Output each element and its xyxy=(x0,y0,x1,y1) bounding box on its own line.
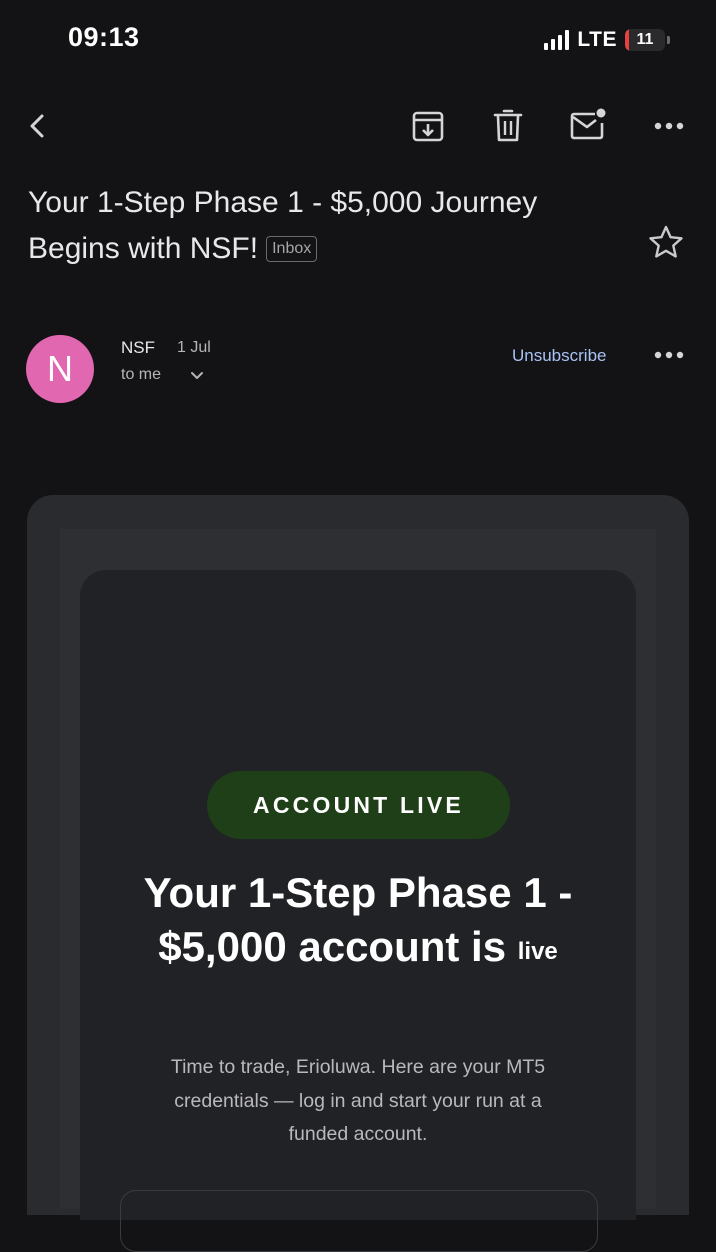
chevron-down-icon xyxy=(191,372,203,379)
more-vert-icon xyxy=(654,122,684,130)
sender-avatar[interactable]: N xyxy=(26,335,94,403)
unsubscribe-link[interactable]: Unsubscribe xyxy=(512,346,607,366)
delete-button[interactable] xyxy=(484,102,532,150)
network-type: LTE xyxy=(577,28,617,51)
email-message: Time to trade, Erioluwa. Here are your M… xyxy=(170,1056,546,1145)
mark-unread-button[interactable] xyxy=(564,100,612,148)
email-date: 1 Jul xyxy=(177,339,211,356)
trash-icon xyxy=(493,109,523,142)
status-time: 09:13 xyxy=(68,22,140,52)
message-more-options-button[interactable] xyxy=(645,331,693,379)
email-headline: Your 1-Step Phase 1 - $5,000 account is … xyxy=(90,866,626,979)
recipient-details-toggle[interactable] xyxy=(188,366,206,389)
email-subject: Your 1-Step Phase 1 - $5,000 Journey Beg… xyxy=(28,180,618,272)
star-icon xyxy=(649,225,683,258)
inbox-label-badge[interactable]: Inbox xyxy=(266,236,318,262)
recipient-summary[interactable]: to me xyxy=(121,366,161,384)
signal-icon xyxy=(544,30,570,50)
battery-level: 11 xyxy=(636,31,654,48)
back-arrow-icon xyxy=(30,114,44,138)
back-button[interactable] xyxy=(14,102,62,150)
sender-name[interactable]: NSF xyxy=(121,338,155,358)
battery-cap xyxy=(667,36,670,44)
battery-fill xyxy=(625,29,630,51)
archive-button[interactable] xyxy=(404,102,452,150)
headline-main: Your 1-Step Phase 1 - $5,000 account is xyxy=(143,869,573,970)
more-vert-icon xyxy=(654,351,684,359)
star-button[interactable] xyxy=(642,218,690,266)
credentials-box xyxy=(120,1190,598,1252)
battery-icon: 11 xyxy=(625,29,665,51)
mark-unread-icon xyxy=(570,108,606,140)
more-options-button[interactable] xyxy=(645,102,693,150)
archive-icon xyxy=(412,111,444,142)
account-live-badge: ACCOUNT LIVE xyxy=(207,771,510,839)
status-indicators: LTE 11 xyxy=(544,28,670,52)
headline-tail: live xyxy=(517,938,558,965)
